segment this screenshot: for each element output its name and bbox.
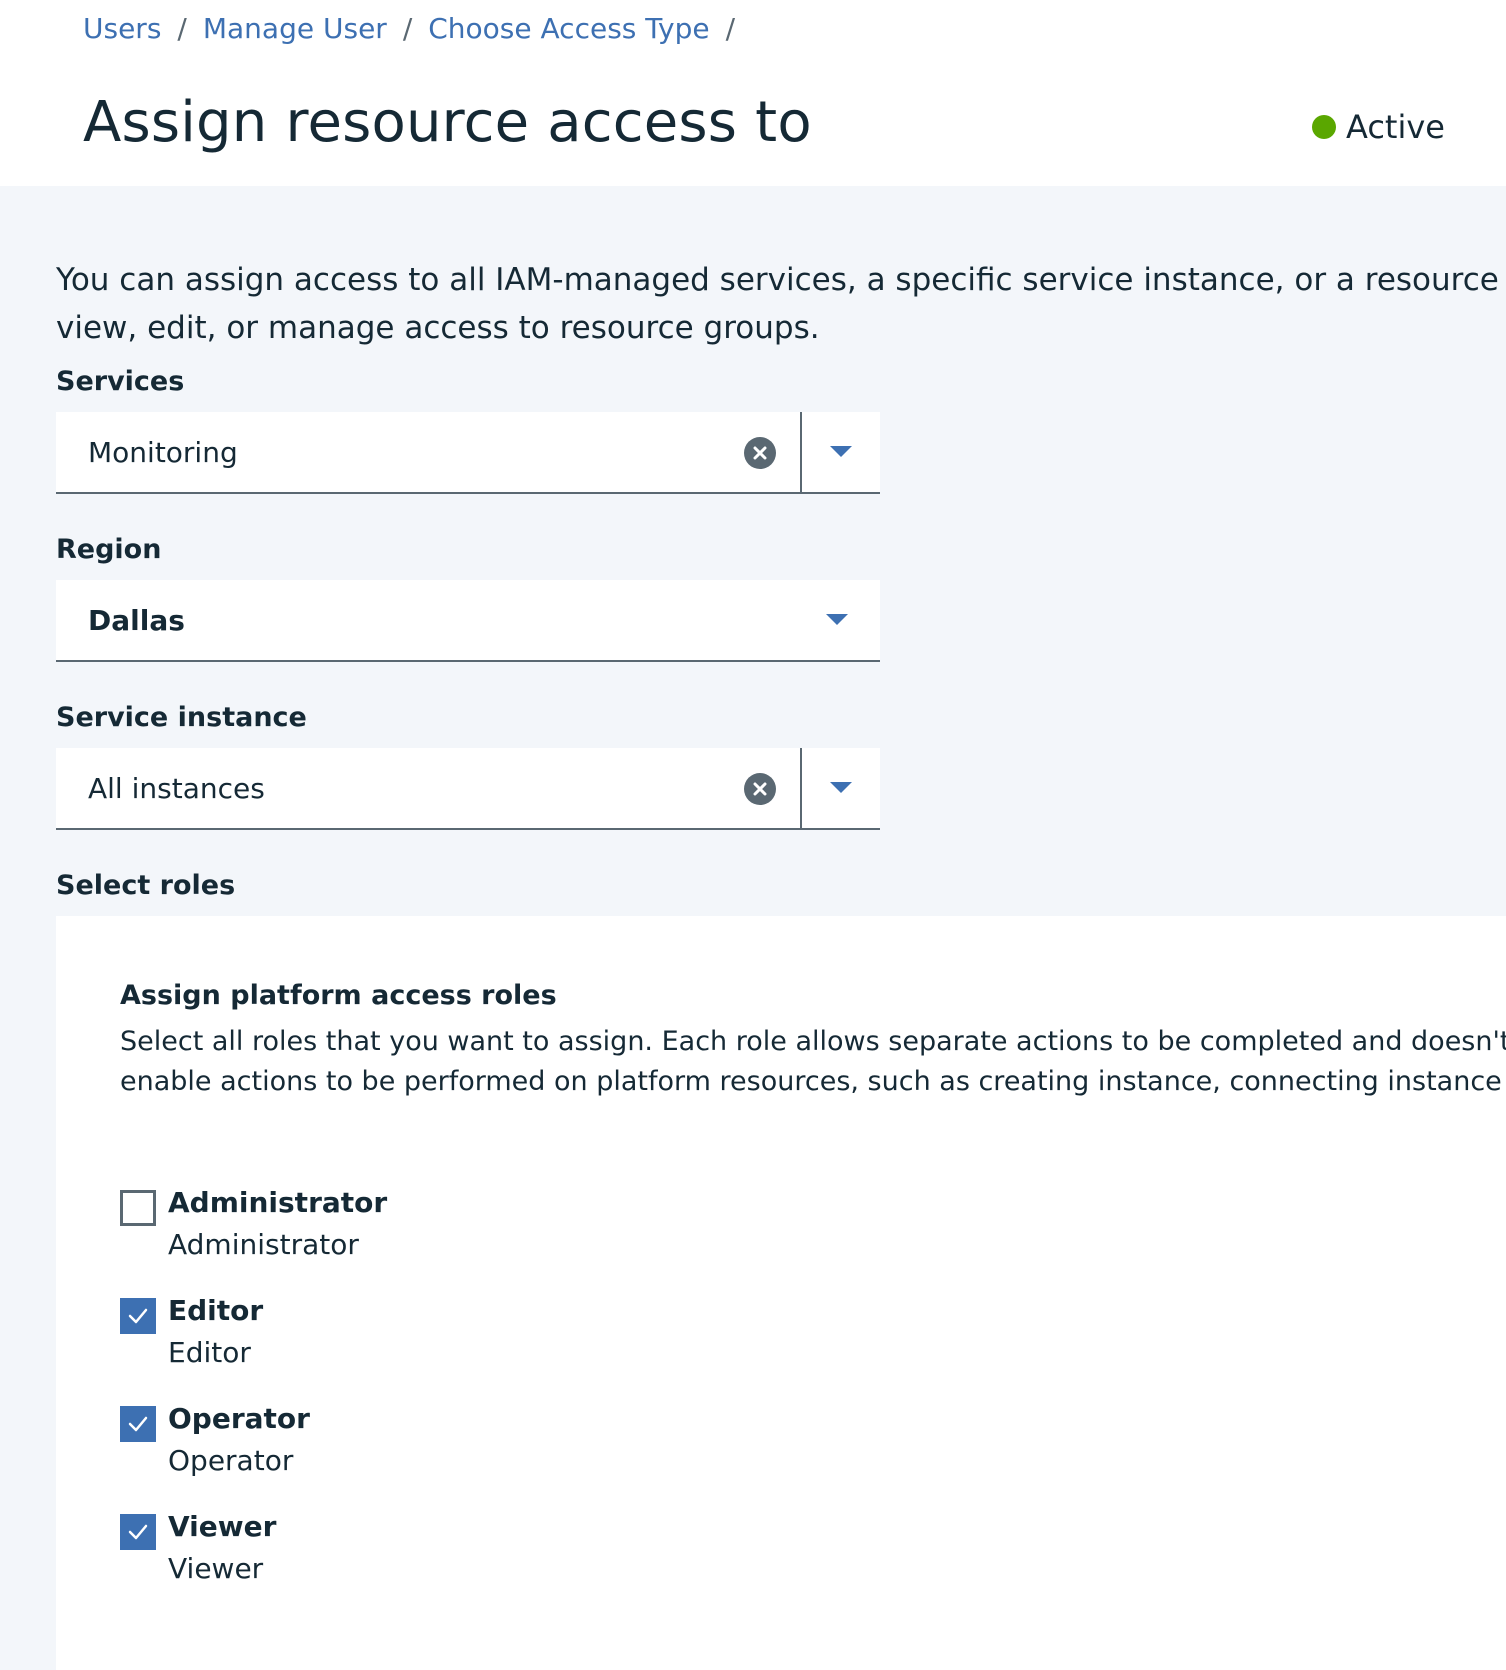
service-instance-combobox[interactable]: All instances: [56, 748, 880, 830]
clear-services-icon[interactable]: [744, 437, 776, 469]
breadcrumb: Users / Manage User / Choose Access Type…: [83, 8, 751, 48]
role-option-editor: Editor Editor: [120, 1294, 720, 1384]
administrator-checkbox[interactable]: [120, 1190, 156, 1226]
status-label: Active: [1346, 108, 1445, 146]
region-select[interactable]: Dallas: [56, 580, 880, 662]
intro-text: You can assign access to all IAM-managed…: [56, 256, 1506, 352]
role-option-viewer: Viewer Viewer: [120, 1510, 720, 1600]
main-content: You can assign access to all IAM-managed…: [0, 186, 1506, 1670]
role-option-administrator: Administrator Administrator: [120, 1186, 720, 1276]
services-label: Services: [56, 366, 185, 397]
roles-description: Select all roles that you want to assign…: [120, 1022, 1506, 1102]
service-instance-value: All instances: [88, 771, 265, 805]
roles-description-line-1: Select all roles that you want to assign…: [120, 1026, 1506, 1057]
role-name: Viewer: [168, 1510, 277, 1543]
intro-line-2: view, edit, or manage access to resource…: [56, 310, 820, 346]
checkmark-icon: [128, 1308, 148, 1324]
role-description: Viewer: [168, 1552, 264, 1585]
chevron-down-icon[interactable]: [802, 748, 880, 828]
chevron-down-icon[interactable]: [798, 580, 876, 660]
region-label: Region: [56, 534, 162, 565]
roles-heading: Assign platform access roles: [120, 980, 557, 1011]
checkmark-icon: [128, 1524, 148, 1540]
role-name: Editor: [168, 1294, 264, 1327]
page-title: Assign resource access to: [83, 90, 812, 155]
role-name: Operator: [168, 1402, 310, 1435]
region-value: Dallas: [88, 603, 185, 637]
role-description: Administrator: [168, 1228, 359, 1261]
breadcrumb-separator: /: [725, 11, 736, 45]
breadcrumb-link-choose-access-type[interactable]: Choose Access Type: [428, 12, 709, 45]
clear-service-instance-icon[interactable]: [744, 773, 776, 805]
services-value: Monitoring: [88, 435, 238, 469]
role-name: Administrator: [168, 1186, 388, 1219]
status-dot-icon: [1312, 115, 1336, 139]
roles-description-line-2: enable actions to be performed on platfo…: [120, 1066, 1506, 1097]
operator-checkbox[interactable]: [120, 1406, 156, 1442]
breadcrumb-separator: /: [402, 11, 413, 45]
editor-checkbox[interactable]: [120, 1298, 156, 1334]
checkmark-icon: [128, 1416, 148, 1432]
page-header: Users / Manage User / Choose Access Type…: [0, 0, 1506, 186]
breadcrumb-link-users[interactable]: Users: [83, 12, 161, 45]
breadcrumb-link-manage-user[interactable]: Manage User: [203, 12, 387, 45]
services-combobox[interactable]: Monitoring: [56, 412, 880, 494]
status-indicator: Active: [1312, 108, 1445, 146]
viewer-checkbox[interactable]: [120, 1514, 156, 1550]
breadcrumb-separator: /: [177, 11, 187, 45]
service-instance-label: Service instance: [56, 702, 307, 733]
select-roles-label: Select roles: [56, 870, 236, 901]
intro-line-1: You can assign access to all IAM-managed…: [56, 262, 1506, 298]
role-description: Operator: [168, 1444, 294, 1477]
role-option-operator: Operator Operator: [120, 1402, 720, 1492]
chevron-down-icon[interactable]: [802, 412, 880, 492]
roles-panel: Assign platform access roles Select all …: [56, 916, 1506, 1670]
role-description: Editor: [168, 1336, 251, 1369]
